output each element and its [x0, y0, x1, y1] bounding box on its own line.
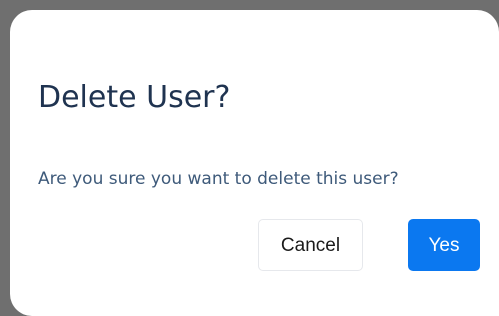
cancel-button[interactable]: Cancel [258, 219, 363, 271]
yes-button[interactable]: Yes [408, 219, 480, 271]
delete-user-dialog: Delete User? Are you sure you want to de… [10, 10, 499, 316]
dialog-title: Delete User? [38, 80, 231, 115]
dialog-message: Are you sure you want to delete this use… [38, 169, 399, 189]
